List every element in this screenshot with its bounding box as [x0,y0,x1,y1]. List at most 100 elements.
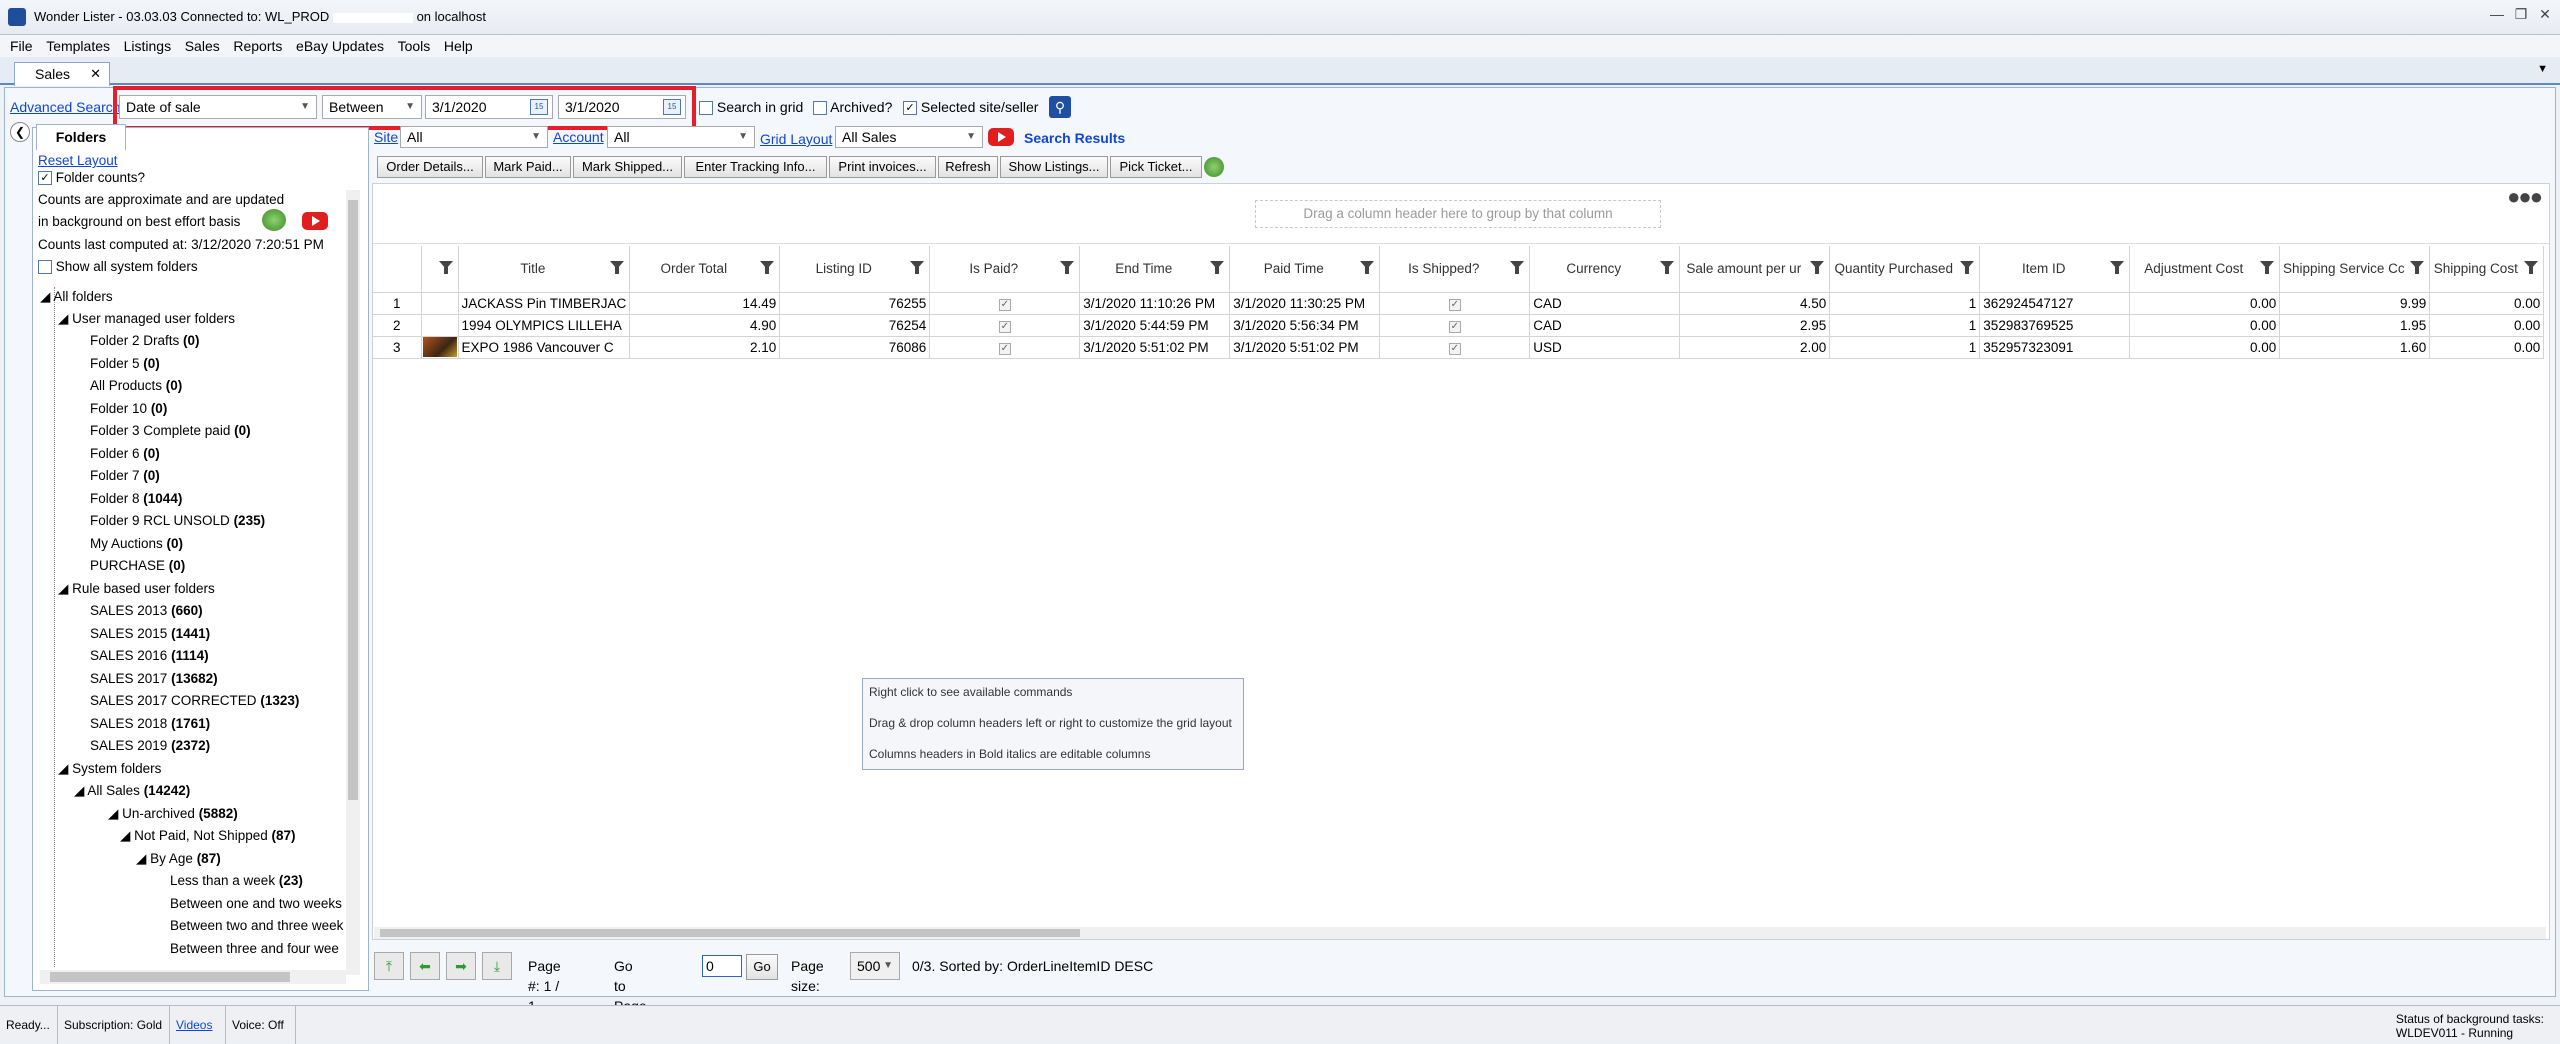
pick-ticket-button[interactable]: Pick Ticket... [1110,156,1202,178]
tree-item[interactable]: Between three and four wee [170,940,339,958]
quantity-cell[interactable]: 1 [1829,292,1981,315]
mark-shipped-button[interactable]: Mark Shipped... [573,156,682,178]
is-paid-checkbox[interactable]: ✓ [998,321,1011,333]
tree-item-user-managed[interactable]: ◢ User managed user folders [58,310,235,328]
tab-sales[interactable]: Sales ✕ [14,62,110,86]
filter-icon[interactable] [1210,261,1225,274]
youtube-icon[interactable] [988,128,1014,146]
next-page-icon[interactable]: ➡ [446,952,476,980]
site-select[interactable]: All ▼ [400,126,548,148]
more-options-icon[interactable]: ●●● [2507,184,2543,210]
tree-item[interactable]: SALES 2017 (13682) [90,670,218,688]
column-header-end-time[interactable]: End Time [1079,246,1231,293]
last-page-icon[interactable]: ⤓ [482,952,512,980]
menu-sales[interactable]: Sales [185,35,220,57]
menu-file[interactable]: File [10,35,33,57]
item-id-cell[interactable]: 362924547127 [1979,292,2131,315]
close-icon[interactable]: ✕ [2534,6,2556,26]
collapse-panel-icon[interactable]: ❮ [10,122,30,142]
column-header-adjustment-cost[interactable]: Adjustment Cost [2129,246,2281,293]
column-header-shipping-cost[interactable]: Shipping Cost [2429,246,2545,293]
goto-page-input[interactable]: 0 [702,955,742,977]
restore-icon[interactable]: ❐ [2510,6,2532,26]
previous-page-icon[interactable]: ⬅ [410,952,440,980]
scroll-thumb[interactable] [348,200,358,800]
listing-id-cell[interactable]: 76086 [779,336,931,359]
sale-amount-cell[interactable]: 4.50 [1679,292,1831,315]
menu-listings[interactable]: Listings [124,35,171,57]
currency-cell[interactable]: CAD [1529,292,1681,315]
is-paid-cell[interactable]: ✓ [929,336,1081,359]
menu-templates[interactable]: Templates [46,35,110,57]
videos-link[interactable]: Videos [176,1018,212,1032]
tab-list-dropdown-icon[interactable]: ▼ [2537,63,2548,75]
is-shipped-checkbox[interactable]: ✓ [1448,299,1461,311]
item-id-cell[interactable]: 352957323091 [1979,336,2131,359]
is-shipped-cell[interactable]: ✓ [1379,336,1531,359]
reset-layout-link[interactable]: Reset Layout [38,152,118,170]
grid-layout-select[interactable]: All Sales ▼ [835,126,983,148]
shipping-service-cell[interactable]: 1.95 [2279,314,2431,337]
group-drop-zone[interactable]: Drag a column header here to group by th… [1255,200,1661,228]
shipping-cost-cell[interactable]: 0.00 [2429,314,2545,337]
is-shipped-cell[interactable]: ✓ [1379,292,1531,315]
mark-paid-button[interactable]: Mark Paid... [485,156,571,178]
site-link[interactable]: Site [374,127,398,147]
adjustment-cost-cell[interactable]: 0.00 [2129,314,2281,337]
tree-item[interactable]: Between one and two weeks [170,895,342,913]
tree-item[interactable]: SALES 2019 (2372) [90,737,210,755]
show-system-folders-checkbox[interactable] [38,260,52,275]
currency-cell[interactable]: CAD [1529,314,1681,337]
title-cell[interactable]: 1994 OLYMPICS LILLEHA [458,314,631,337]
tree-item[interactable]: Folder 10 (0) [90,400,167,418]
filter-icon[interactable] [760,261,775,274]
shipping-cost-cell[interactable]: 0.00 [2429,336,2545,359]
menu-help[interactable]: Help [444,35,473,57]
archived-checkbox[interactable] [813,101,827,116]
column-header-paid-time[interactable]: Paid Time [1229,246,1381,293]
filter-icon[interactable] [2260,261,2275,274]
is-shipped-cell[interactable]: ✓ [1379,314,1531,337]
tree-item[interactable]: SALES 2018 (1761) [90,715,210,733]
shipping-service-cell[interactable]: 1.60 [2279,336,2431,359]
tree-item[interactable]: All Products (0) [90,377,182,395]
account-link[interactable]: Account [553,127,604,147]
tree-item[interactable]: Folder 3 Complete paid (0) [90,422,251,440]
scroll-thumb[interactable] [380,929,1080,937]
is-paid-checkbox[interactable]: ✓ [998,343,1011,355]
tree-item-system-folders[interactable]: ◢ System folders [58,760,161,778]
page-size-select[interactable]: 500 ▼ [850,952,900,980]
column-header-sale-amount[interactable]: Sale amount per ur [1679,246,1831,293]
show-system-folders-option[interactable]: Show all system folders [38,258,198,276]
menu-ebay-updates[interactable]: eBay Updates [296,35,384,57]
order-total-cell[interactable]: 2.10 [629,336,781,359]
folder-counts-checkbox[interactable]: ✓ [38,171,52,186]
tree-item-unarchived[interactable]: ◢ Un-archived (5882) [108,805,238,823]
tree-item[interactable]: PURCHASE (0) [90,557,185,575]
scroll-thumb[interactable] [50,972,290,982]
refresh-button[interactable]: Refresh [938,156,998,178]
youtube-icon[interactable] [302,212,328,230]
tree-item[interactable]: Folder 7 (0) [90,467,160,485]
is-paid-cell[interactable]: ✓ [929,292,1081,315]
menu-tools[interactable]: Tools [398,35,431,57]
tree-item-rule-based[interactable]: ◢ Rule based user folders [58,580,215,598]
is-shipped-checkbox[interactable]: ✓ [1448,321,1461,333]
search-in-grid-option[interactable]: Search in grid [699,97,803,117]
adjustment-cost-cell[interactable]: 0.00 [2129,292,2281,315]
tree-item-by-age[interactable]: ◢ By Age (87) [136,850,221,868]
filter-icon[interactable] [1360,261,1375,274]
selected-site-checkbox[interactable]: ✓ [903,101,917,116]
filter-icon[interactable] [1060,261,1075,274]
quantity-cell[interactable]: 1 [1829,336,1981,359]
order-total-cell[interactable]: 14.49 [629,292,781,315]
shipping-cost-cell[interactable]: 0.00 [2429,292,2545,315]
grid-horizontal-scrollbar[interactable] [374,927,2546,939]
column-header-is-shipped[interactable]: Is Shipped? [1379,246,1531,293]
column-header-quantity[interactable]: Quantity Purchased [1829,246,1981,293]
selected-site-option[interactable]: ✓ Selected site/seller [903,97,1038,117]
tree-item[interactable]: Folder 9 RCL UNSOLD (235) [90,512,265,530]
tree-item[interactable]: Folder 2 Drafts (0) [90,332,200,350]
tree-item-all-folders[interactable]: ◢ All folders [40,288,113,306]
end-time-cell[interactable]: 3/1/2020 5:51:02 PM [1079,336,1231,359]
